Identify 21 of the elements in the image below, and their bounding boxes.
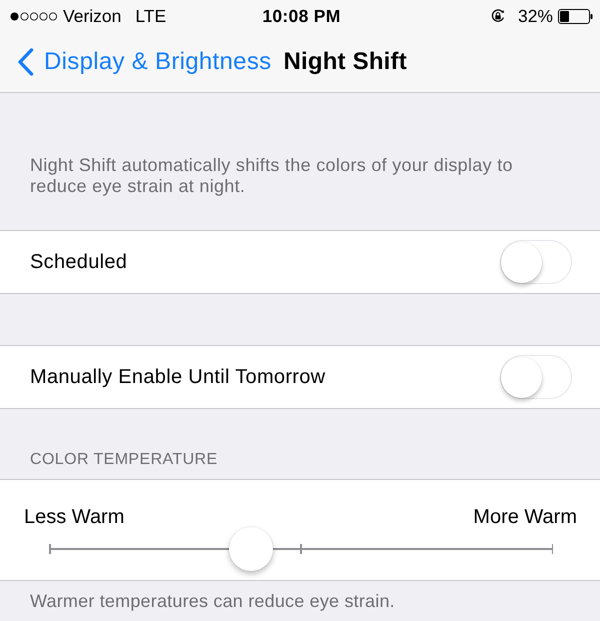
battery-percentage: 32%	[518, 6, 553, 26]
section-header: COLOR TEMPERATURE	[30, 450, 218, 470]
footer-text: Warmer temperatures can reduce eye strain.	[30, 591, 395, 611]
setting-label: Manually Enable Until Tomorrow	[30, 366, 326, 388]
carrier-name: Verizon	[63, 6, 122, 26]
setting-label: Scheduled	[30, 250, 128, 274]
signal-strength-icon	[10, 12, 58, 20]
toggle-switch[interactable]	[500, 355, 572, 399]
slider-max-label: More Warm	[473, 507, 577, 527]
slider-thumb[interactable]	[228, 527, 273, 571]
description-text: Night Shift automatically shifts the colors of your display to reduce eye strain at night.	[30, 155, 514, 197]
chevron-left-icon	[17, 48, 34, 76]
status-time: 10:08 PM	[262, 6, 341, 26]
slider-min-label: Less Warm	[24, 507, 124, 527]
battery-icon	[558, 8, 593, 24]
slider-track[interactable]	[49, 527, 553, 571]
page-title: Night Shift	[283, 48, 407, 76]
rotation-lock-icon	[490, 9, 505, 23]
toggle-switch[interactable]	[500, 240, 572, 284]
network-type: LTE	[135, 6, 166, 26]
back-button[interactable]: Display & Brightness	[17, 48, 272, 76]
